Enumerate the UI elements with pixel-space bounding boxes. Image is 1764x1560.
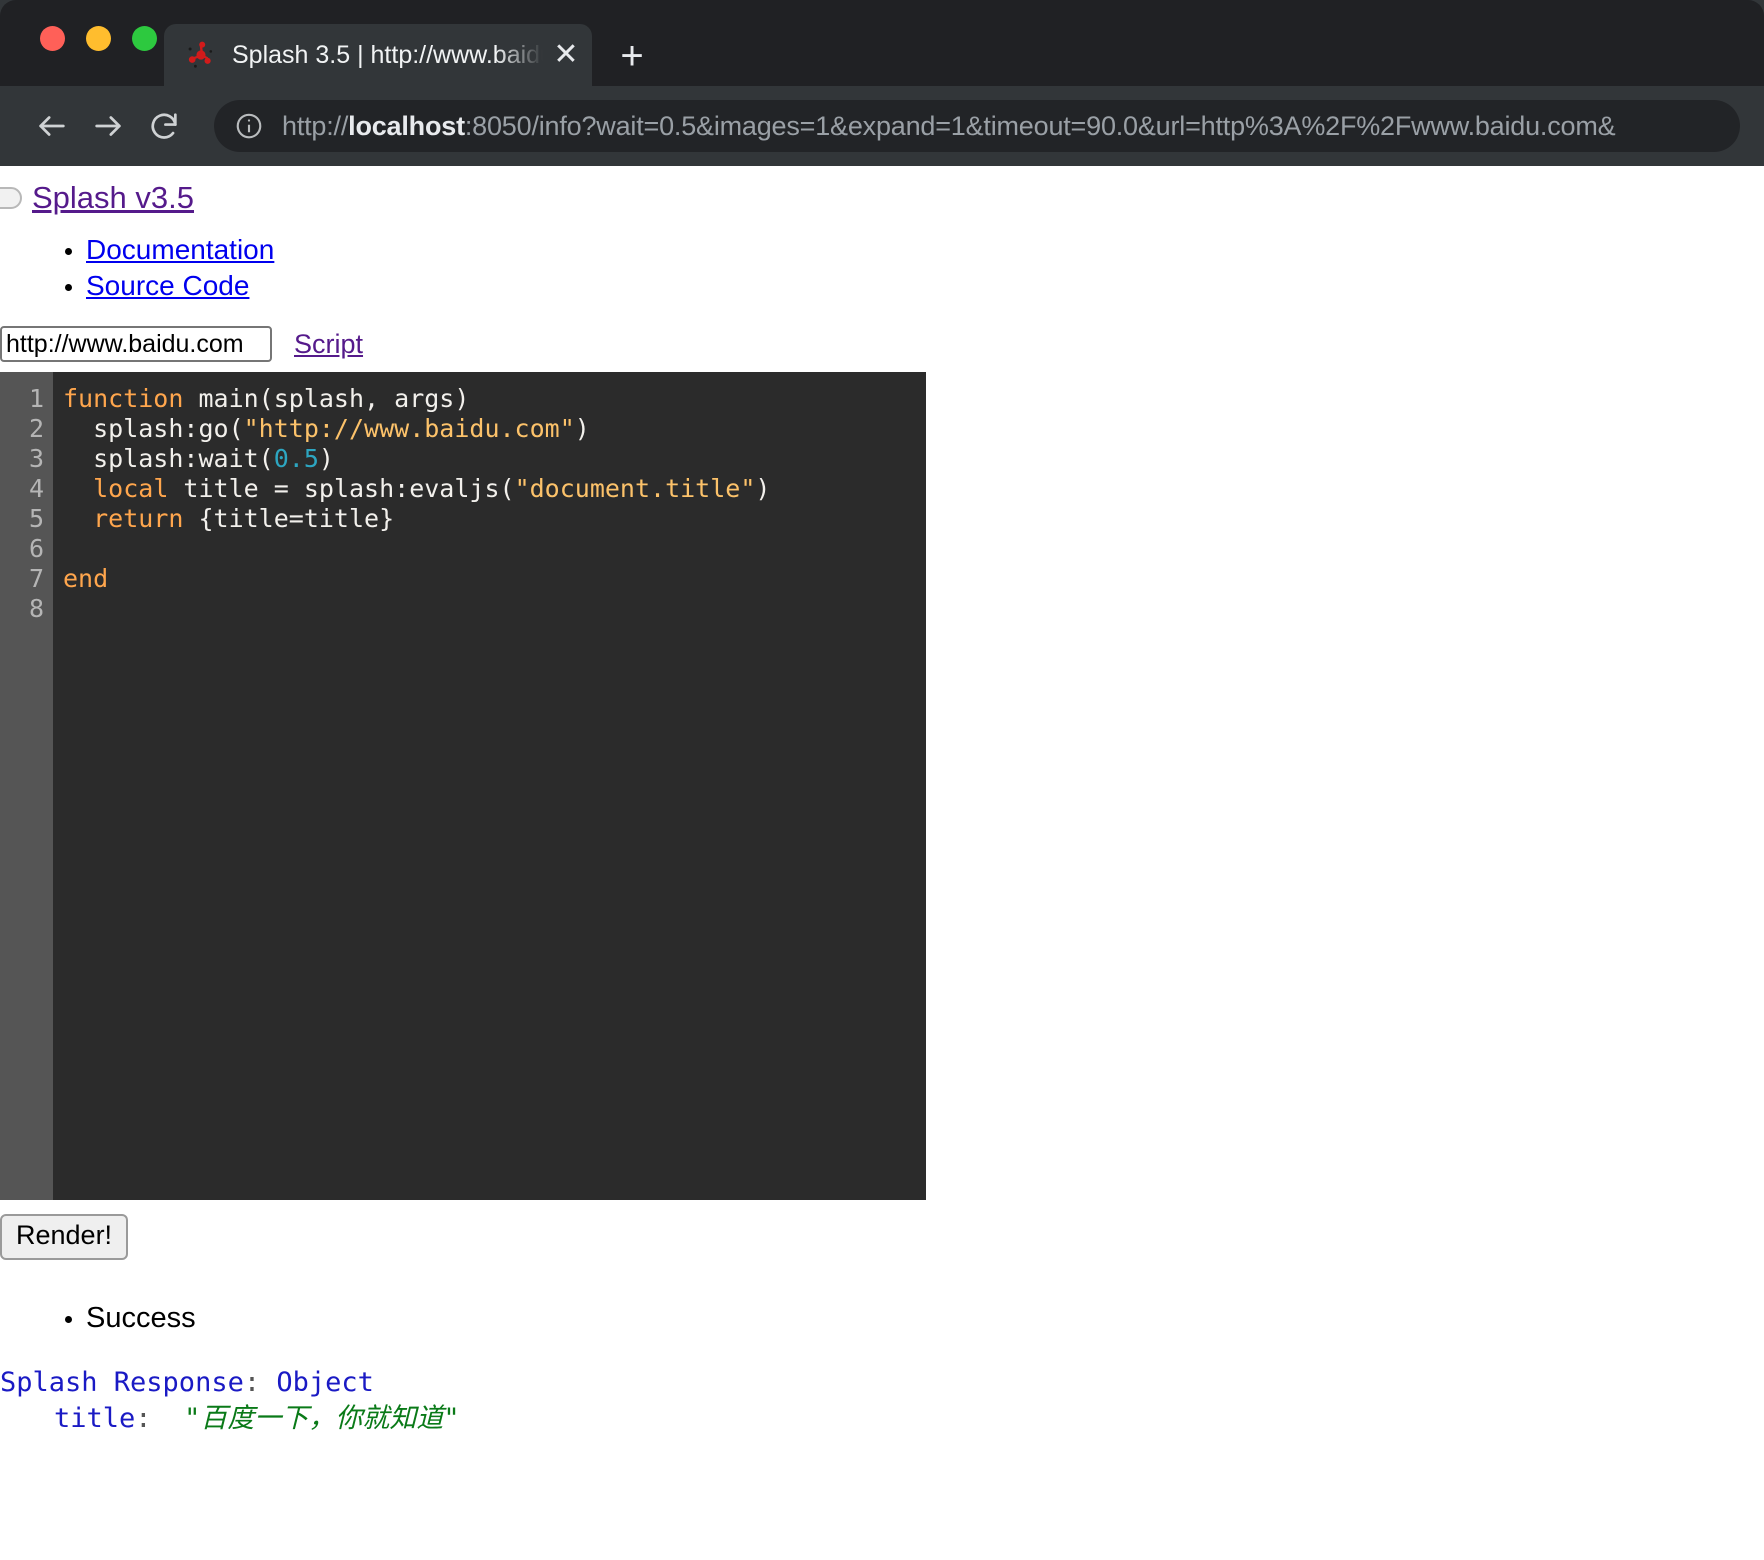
minimize-window-button[interactable] [86, 26, 111, 51]
editor-line-number: 4 [28, 474, 44, 503]
splash-logo-icon [186, 40, 216, 70]
code-token: splash:wait( [63, 444, 274, 473]
code-token: end [63, 564, 109, 593]
code-token: title = splash:evaljs( [168, 474, 515, 503]
editor-code-line: function main(splash, args) [63, 384, 926, 414]
reload-icon[interactable] [136, 98, 192, 154]
editor-line-number: 5 [28, 504, 44, 533]
editor-code-line [63, 534, 926, 564]
result-list: Success [0, 1302, 1764, 1335]
splash-response-block: Splash Response: Object title: "百度一下，你就知… [0, 1365, 1764, 1437]
source-code-link[interactable]: Source Code [86, 270, 249, 301]
splash-page: Splash v3.5 Documentation Source Code Sc… [0, 166, 1764, 1560]
script-link[interactable]: Script [294, 329, 363, 360]
browser-titlebar: Splash 3.5 | http://www.baidu.c ✕ + [0, 0, 1764, 86]
editor-line-number: 6 [28, 534, 44, 563]
url-form-row: Script [0, 326, 1764, 362]
splash-nav-list: Documentation Source Code [0, 234, 1764, 302]
response-row-value: "百度一下，你就知道" [184, 1403, 460, 1434]
splash-version-link[interactable]: Splash v3.5 [32, 180, 194, 216]
editor-line-number: 3 [28, 444, 44, 473]
code-token: "http://www.baidu.com" [243, 414, 575, 443]
code-token: ) [755, 474, 771, 503]
address-bar[interactable]: http://localhost:8050/info?wait=0.5&imag… [214, 100, 1740, 152]
editor-code-area[interactable]: function main(splash, args) splash:go("h… [53, 372, 926, 1200]
list-item: Documentation [86, 234, 1764, 266]
response-row-colon: : [135, 1403, 152, 1434]
close-window-button[interactable] [40, 26, 65, 51]
broken-image-placeholder-icon [0, 187, 22, 209]
code-token: ) [318, 444, 334, 473]
code-token: splash:go( [63, 414, 244, 443]
documentation-link[interactable]: Documentation [86, 234, 274, 265]
window-traffic-lights [40, 26, 157, 51]
url-scheme: http:// [282, 110, 349, 141]
list-item: Success [86, 1302, 1764, 1335]
response-heading-key: Splash Response [0, 1367, 244, 1398]
browser-tab[interactable]: Splash 3.5 | http://www.baidu.c ✕ [164, 24, 592, 86]
url-input[interactable] [0, 326, 272, 362]
browser-toolbar: http://localhost:8050/info?wait=0.5&imag… [0, 86, 1764, 166]
lua-script-editor[interactable]: 12345678 function main(splash, args) spl… [0, 372, 926, 1200]
editor-code-line: splash:wait(0.5) [63, 444, 926, 474]
code-token: return [93, 504, 184, 533]
splash-header: Splash v3.5 [0, 166, 1764, 216]
forward-arrow-icon[interactable] [80, 98, 136, 154]
editor-line-number: 1 [28, 384, 44, 413]
editor-line-number-gutter: 12345678 [0, 372, 53, 1200]
list-item: Source Code [86, 270, 1764, 302]
back-arrow-icon[interactable] [24, 98, 80, 154]
code-token: 0.5 [273, 444, 319, 473]
code-token: main(splash, args) [183, 384, 470, 413]
editor-code-line: splash:go("http://www.baidu.com") [63, 414, 926, 444]
editor-code-line [63, 594, 926, 624]
editor-code-line: return {title=title} [63, 504, 926, 534]
result-status-text: Success [86, 1302, 196, 1334]
maximize-window-button[interactable] [132, 26, 157, 51]
browser-window: Splash 3.5 | http://www.baidu.c ✕ + http… [0, 0, 1764, 166]
address-bar-url: http://localhost:8050/info?wait=0.5&imag… [282, 110, 1616, 142]
editor-line-number: 2 [28, 414, 44, 443]
code-token: ) [574, 414, 590, 443]
response-row-key: title [54, 1403, 136, 1434]
response-heading-colon: : [243, 1367, 261, 1398]
render-button[interactable]: Render! [0, 1214, 129, 1260]
close-tab-button[interactable]: ✕ [546, 40, 586, 70]
editor-line-number: 7 [28, 564, 44, 593]
code-token: local [93, 474, 169, 503]
url-host: localhost [348, 110, 465, 141]
editor-code-line: end [63, 564, 926, 594]
response-row: title: "百度一下，你就知道" [0, 1401, 1764, 1437]
site-info-icon[interactable] [234, 111, 264, 141]
editor-line-number: 8 [28, 594, 44, 623]
code-token: "document.title" [514, 474, 756, 503]
code-token: function [63, 384, 184, 413]
url-path: :8050/info?wait=0.5&images=1&expand=1&ti… [464, 110, 1616, 141]
editor-code-line: local title = splash:evaljs("document.ti… [63, 474, 926, 504]
tab-title: Splash 3.5 | http://www.baidu.c [232, 40, 546, 69]
new-tab-button[interactable]: + [612, 36, 652, 76]
response-heading-type: Object [276, 1367, 374, 1398]
response-heading: Splash Response: Object [0, 1365, 1764, 1401]
code-token: {title=title} [183, 504, 395, 533]
